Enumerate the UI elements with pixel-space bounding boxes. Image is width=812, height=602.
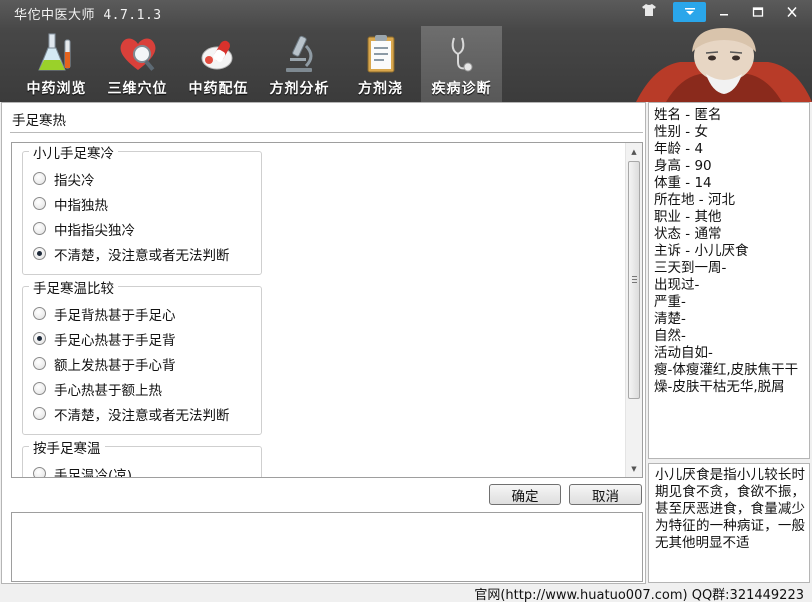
group-legend: 手足寒温比较	[29, 277, 118, 297]
option-radio[interactable]: 手足背热甚于手足心	[23, 301, 261, 326]
cancel-button[interactable]: 取消	[569, 484, 642, 505]
radio-icon[interactable]	[33, 222, 46, 235]
notes-textarea[interactable]	[11, 512, 643, 582]
patient-info-line: 体重 - 14	[654, 175, 712, 191]
patient-info-line: 三天到一周-	[654, 260, 727, 276]
patient-info-line: 状态 - 通常	[654, 226, 722, 242]
question-group: 手足寒温比较 手足背热甚于手足心 手足心热甚于手足背 额上发热甚于手心背 手心热…	[22, 277, 262, 435]
patient-info-line: 自然-	[654, 328, 686, 344]
option-label: 中指指尖独冷	[54, 222, 135, 239]
tab-herb-browse[interactable]: 中药浏览	[16, 26, 97, 102]
group-legend: 小儿手足寒冷	[29, 143, 118, 162]
radio-icon[interactable]	[33, 197, 46, 210]
app-window: 华佗中医大师 4.7.1.3 中药浏览 三维穴位 中药配伍 方剂分析 方剂浇 疾…	[0, 0, 812, 602]
dropdown-menu-icon[interactable]	[673, 2, 706, 22]
option-label: 指尖冷	[54, 172, 95, 189]
option-label: 手足温冷(凉)	[54, 467, 133, 478]
question-group: 小儿手足寒冷 指尖冷 中指独热 中指指尖独冷 不清楚，没注意或者无法判断	[22, 143, 262, 275]
patient-info-line: 主诉 - 小儿厌食	[654, 243, 749, 259]
tab-label: 方剂分析	[269, 81, 330, 97]
heart-magnifier-icon	[120, 38, 155, 71]
diagnosis-panel: 手足寒热 小儿手足寒冷 指尖冷 中指独热 中指指尖独冷 不清楚，没注意或者无法判…	[1, 102, 646, 584]
tab-label: 中药浏览	[26, 81, 87, 97]
patient-info-line: 身高 - 90	[654, 158, 712, 174]
radio-icon[interactable]	[33, 407, 46, 420]
maximize-icon[interactable]	[741, 2, 774, 22]
symptom-title: 手足寒热	[12, 113, 66, 129]
group-legend: 按手足寒温	[29, 437, 105, 457]
patient-info-line: 职业 - 其他	[654, 209, 722, 225]
option-radio[interactable]: 手足温冷(凉)	[23, 461, 261, 478]
flask-icon	[37, 33, 70, 71]
tab-formula[interactable]: 方剂浇	[340, 26, 421, 102]
toolbar: 华佗中医大师 4.7.1.3 中药浏览 三维穴位 中药配伍 方剂分析 方剂浇 疾…	[0, 0, 812, 102]
patient-info-line: 严重-	[654, 294, 686, 310]
radio-icon[interactable]	[33, 172, 46, 185]
scroll-thumb[interactable]	[628, 161, 640, 399]
option-label: 不清楚，没注意或者无法判断	[54, 247, 230, 264]
patient-info-line: 出现过-	[654, 277, 700, 293]
option-label: 额上发热甚于手心背	[54, 357, 176, 374]
option-label: 不清楚，没注意或者无法判断	[54, 407, 230, 424]
shirt-icon[interactable]	[642, 4, 656, 16]
option-radio[interactable]: 不清楚，没注意或者无法判断	[23, 401, 261, 426]
option-label: 中指独热	[54, 197, 108, 214]
option-radio[interactable]: 额上发热甚于手心背	[23, 351, 261, 376]
radio-checked-icon[interactable]	[33, 332, 46, 345]
question-group: 按手足寒温 手足温冷(凉)	[22, 437, 262, 478]
patient-info-panel: 姓名 - 匿名 性别 - 女 年龄 - 4 身高 - 90 体重 - 14 所在…	[648, 102, 810, 459]
radio-icon[interactable]	[33, 382, 46, 395]
option-label: 手足心热甚于手足背	[54, 332, 176, 349]
window-controls	[672, 2, 808, 22]
patient-info-line: 性别 - 女	[654, 124, 708, 140]
footer-contact: 官网(http://www.huatuo007.com) QQ群:3214492…	[474, 588, 804, 602]
pills-icon	[201, 40, 232, 70]
radio-icon[interactable]	[33, 467, 46, 477]
title-divider	[10, 132, 643, 133]
tab-label: 中药配伍	[188, 81, 249, 97]
question-groups: 小儿手足寒冷 指尖冷 中指独热 中指指尖独冷 不清楚，没注意或者无法判断 手足寒…	[22, 143, 262, 478]
stethoscope-icon	[451, 37, 472, 72]
scroll-up-icon[interactable]: ▲	[626, 143, 642, 160]
radio-icon[interactable]	[33, 307, 46, 320]
option-label: 手足背热甚于手足心	[54, 307, 176, 324]
patient-info-line: 活动自如-	[654, 345, 713, 361]
confirm-button[interactable]: 确定	[489, 484, 561, 505]
tab-label: 三维穴位	[107, 81, 168, 97]
app-title: 华佗中医大师 4.7.1.3	[14, 8, 162, 23]
patient-info-line: 所在地 - 河北	[654, 192, 735, 208]
grip-icon	[632, 276, 637, 283]
patient-info-line: 清楚-	[654, 311, 686, 327]
minimize-icon[interactable]	[707, 2, 740, 22]
clipboard-icon	[367, 35, 394, 73]
main-nav: 中药浏览 三维穴位 中药配伍 方剂分析 方剂浇 疾病诊断	[16, 26, 502, 102]
radio-icon[interactable]	[33, 357, 46, 370]
huatuo-portrait	[636, 28, 812, 102]
option-radio[interactable]: 中指指尖独冷	[23, 216, 261, 241]
tab-formula-analysis[interactable]: 方剂分析	[259, 26, 340, 102]
tab-label: 疾病诊断	[431, 81, 492, 97]
patient-info-line: 姓名 - 匿名	[654, 107, 722, 123]
vertical-scrollbar[interactable]: ▲ ▼	[625, 143, 642, 477]
disease-description: 小儿厌食是指小儿较长时期见食不贪，食欲不振，甚至厌恶进食，食量减少为特征的一种病…	[648, 463, 810, 583]
microscope-icon	[285, 35, 312, 72]
question-list[interactable]: 小儿手足寒冷 指尖冷 中指独热 中指指尖独冷 不清楚，没注意或者无法判断 手足寒…	[11, 142, 643, 478]
patient-info-line: 年龄 - 4	[654, 141, 704, 157]
tab-label: 方剂浇	[358, 81, 403, 97]
close-icon[interactable]	[775, 2, 808, 22]
patient-info-line: 瘦-体瘦灌红,皮肤焦干干燥-皮肤干枯无华,脱屑	[654, 362, 799, 395]
tab-herb-compat[interactable]: 中药配伍	[178, 26, 259, 102]
option-label: 手心热甚于额上热	[54, 382, 162, 399]
option-radio[interactable]: 手心热甚于额上热	[23, 376, 261, 401]
option-radio[interactable]: 指尖冷	[23, 166, 261, 191]
option-radio[interactable]: 中指独热	[23, 191, 261, 216]
option-radio[interactable]: 手足心热甚于手足背	[23, 326, 261, 351]
option-radio[interactable]: 不清楚，没注意或者无法判断	[23, 241, 261, 266]
scroll-down-icon[interactable]: ▼	[626, 460, 642, 477]
tab-diagnosis[interactable]: 疾病诊断	[421, 26, 502, 102]
radio-checked-icon[interactable]	[33, 247, 46, 260]
tab-3d-acupoints[interactable]: 三维穴位	[97, 26, 178, 102]
